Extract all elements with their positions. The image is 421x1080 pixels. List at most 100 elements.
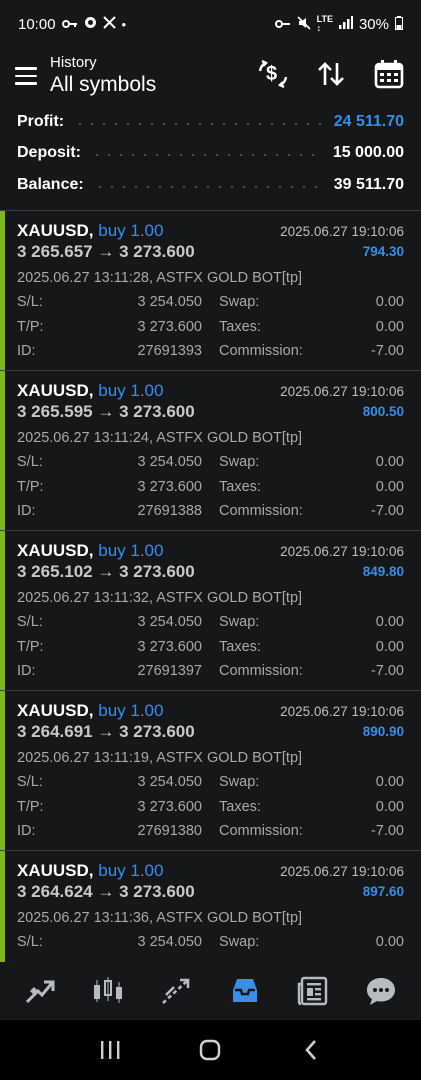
deal-comment: 2025.06.27 13:11:32, ASTFX GOLD BOT[tp] <box>17 590 303 606</box>
deal-item[interactable]: XAUUSD, buy 1.00 3 265.102 → 3 273.600 2… <box>0 530 421 690</box>
recents-button[interactable] <box>85 1025 135 1075</box>
nav-trade[interactable] <box>149 964 203 1018</box>
taxes-label: Taxes: <box>219 318 261 335</box>
deal-symbol-line: XAUUSD, buy 1.00 <box>17 381 163 401</box>
deal-item[interactable]: XAUUSD, buy 1.00 3 265.595 → 3 273.600 2… <box>0 370 421 530</box>
hamburger-line <box>15 67 37 70</box>
id-value: 27691380 <box>137 823 202 839</box>
deal-item[interactable]: XAUUSD, buy 1.00 3 264.624 → 3 273.600 2… <box>0 850 421 962</box>
id-label: ID: <box>17 823 36 839</box>
deal-side: buy 1.00 <box>98 541 164 560</box>
id-label: ID: <box>17 503 36 519</box>
home-button[interactable] <box>185 1025 235 1075</box>
sort-button[interactable] <box>313 54 349 94</box>
home-icon <box>200 1039 221 1061</box>
back-button[interactable] <box>286 1025 336 1075</box>
taxes-label: Taxes: <box>219 798 261 815</box>
dotted-leader <box>74 122 324 125</box>
system-nav-bar <box>0 1020 421 1080</box>
quotes-icon <box>26 980 55 1004</box>
menu-button[interactable] <box>2 52 50 100</box>
detail-row: S/L: 3 254.050 Swap: 0.00 <box>17 614 404 639</box>
swap-value: 0.00 <box>375 454 404 470</box>
title-block[interactable]: History All symbols <box>50 54 156 98</box>
tp-value: 3 273.600 <box>137 318 202 335</box>
currency-exchange-icon: $ <box>258 59 288 89</box>
battery-percent: 30% <box>358 15 389 33</box>
dotted-leader <box>91 154 323 157</box>
balance-row: Balance: 39 511.70 <box>0 169 421 201</box>
sl-value: 3 254.050 <box>137 934 202 950</box>
sl-label: S/L: <box>17 294 43 310</box>
deal-details: S/L: 3 254.050 Swap: 0.00 T/P: 3 273.600… <box>17 454 404 528</box>
currency-exchange-button[interactable]: $ <box>255 54 291 94</box>
deal-symbol-line: XAUUSD, buy 1.00 <box>17 701 163 721</box>
detail-row: ID: 27691380 Commission: -7.00 <box>17 823 404 848</box>
page-title: All symbols <box>50 73 157 96</box>
deal-side: buy 1.00 <box>98 221 164 240</box>
deal-symbol-line: XAUUSD, buy 1.00 <box>17 221 163 241</box>
swap-value: 0.00 <box>375 774 404 790</box>
deal-details: S/L: 3 254.050 Swap: 0.00 <box>17 934 404 959</box>
profit-value: 24 511.70 <box>333 112 404 130</box>
deal-header: XAUUSD, buy 1.00 3 265.102 → 3 273.600 2… <box>17 531 404 581</box>
deal-profit: 794.30 <box>362 244 404 259</box>
commission-label: Commission: <box>219 663 303 679</box>
deal-prices: 3 265.102 → 3 273.600 <box>17 562 195 581</box>
taxes-label: Taxes: <box>219 478 261 495</box>
nav-history[interactable] <box>218 964 272 1018</box>
deal-item[interactable]: XAUUSD, buy 1.00 3 264.691 → 3 273.600 2… <box>0 690 421 850</box>
deal-header: XAUUSD, buy 1.00 3 265.595 → 3 273.600 2… <box>17 371 404 421</box>
sync-icon <box>84 16 97 32</box>
deal-item[interactable]: XAUUSD, buy 1.00 3 265.657 → 3 273.600 2… <box>0 210 421 370</box>
app-header: History All symbols $ <box>0 48 421 104</box>
deposit-value: 15 000.00 <box>332 144 404 162</box>
sl-value: 3 254.050 <box>137 294 202 310</box>
nav-chart[interactable] <box>81 964 135 1018</box>
sl-label: S/L: <box>17 774 43 790</box>
calendar-button[interactable] <box>371 54 407 94</box>
taxes-value: 0.00 <box>375 318 404 335</box>
detail-row: T/P: 3 273.600 Taxes: 0.00 <box>17 639 404 664</box>
detail-row: T/P: 3 273.600 Taxes: 0.00 <box>17 479 404 504</box>
page-subtitle: History <box>50 54 97 71</box>
deposit-label: Deposit: <box>17 144 81 162</box>
sl-label: S/L: <box>17 454 43 470</box>
tp-value: 3 273.600 <box>137 478 202 495</box>
dot-icon: • <box>121 16 127 32</box>
deposit-row: Deposit: 15 000.00 <box>0 138 421 170</box>
nav-messages[interactable] <box>354 964 408 1018</box>
status-left: 10:00 • <box>18 16 126 33</box>
lte-icon: LTE ↕ <box>316 14 333 33</box>
swap-label: Swap: <box>219 294 260 310</box>
commission-label: Commission: <box>219 503 303 519</box>
status-time: 10:00 <box>18 15 56 33</box>
commission-label: Commission: <box>219 823 303 839</box>
deal-prices: 3 264.624 → 3 273.600 <box>17 882 195 901</box>
deal-comment: 2025.06.27 13:11:28, ASTFX GOLD BOT[tp] <box>17 270 303 286</box>
x-logo-icon <box>102 16 116 32</box>
deal-comment: 2025.06.27 13:11:24, ASTFX GOLD BOT[tp] <box>17 430 303 446</box>
id-value: 27691388 <box>137 503 202 519</box>
id-label: ID: <box>17 663 36 679</box>
messages-icon <box>366 978 395 1005</box>
nav-quotes[interactable] <box>13 964 67 1018</box>
deal-comment: 2025.06.27 13:11:36, ASTFX GOLD BOT[tp] <box>17 910 303 926</box>
tp-label: T/P: <box>17 638 44 655</box>
status-right: LTE ↕ 30% <box>274 14 403 33</box>
commission-value: -7.00 <box>370 503 404 519</box>
deal-profit: 849.80 <box>362 564 404 579</box>
deal-symbol-line: XAUUSD, buy 1.00 <box>17 541 163 561</box>
calendar-icon <box>374 60 404 89</box>
nav-news[interactable] <box>286 964 340 1018</box>
detail-row: ID: 27691393 Commission: -7.00 <box>17 343 404 368</box>
detail-row: S/L: 3 254.050 Swap: 0.00 <box>17 774 404 799</box>
sort-arrows-icon <box>318 62 344 86</box>
deal-list: XAUUSD, buy 1.00 3 265.657 → 3 273.600 2… <box>0 210 421 962</box>
recents-icon <box>101 1041 120 1059</box>
deal-details: S/L: 3 254.050 Swap: 0.00 T/P: 3 273.600… <box>17 614 404 688</box>
deal-side: buy 1.00 <box>98 701 164 720</box>
taxes-label: Taxes: <box>219 638 261 655</box>
profit-row: Profit: 24 511.70 <box>0 106 421 138</box>
signal-icon <box>338 16 353 32</box>
